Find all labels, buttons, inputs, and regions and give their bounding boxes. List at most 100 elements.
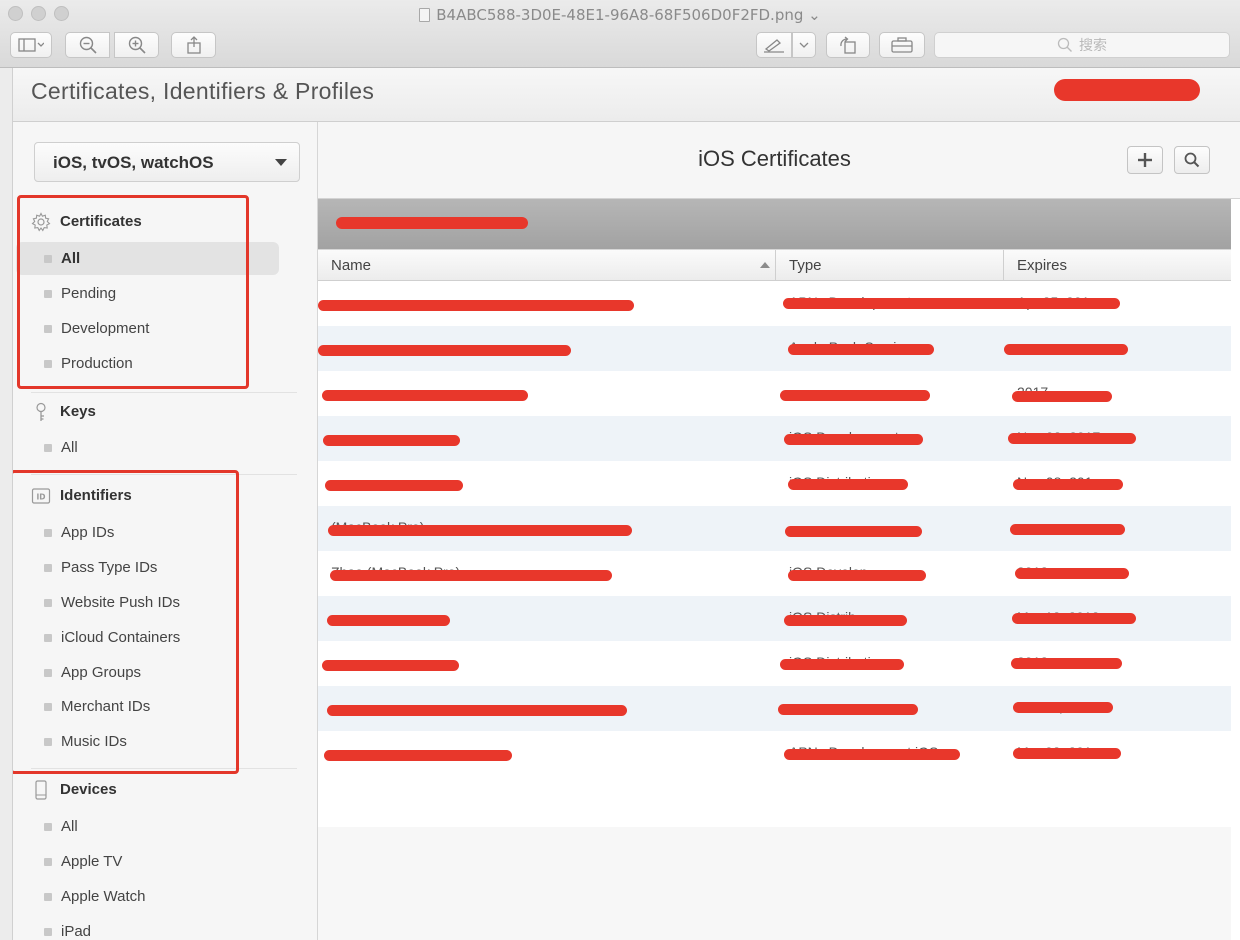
table-empty-area xyxy=(318,827,1231,940)
pen-icon xyxy=(764,39,784,53)
column-header-expires[interactable]: Expires xyxy=(1017,257,1067,274)
rotate-icon xyxy=(840,36,856,54)
markup-menu-button[interactable] xyxy=(792,32,816,58)
toolbox-button[interactable] xyxy=(879,32,925,58)
redaction-mark xyxy=(1008,433,1136,444)
window-title[interactable]: B4ABC588-3D0E-48E1-96A8-68F506D0F2FD.png… xyxy=(0,6,1240,24)
redaction-mark xyxy=(1010,524,1125,535)
section-label: Keys xyxy=(60,403,96,420)
developer-portal-page: Certificates, Identifiers & Profiles iOS… xyxy=(12,68,1240,940)
redaction-mark xyxy=(327,705,627,716)
column-header-type[interactable]: Type xyxy=(789,257,822,274)
device-icon xyxy=(35,780,47,800)
redaction-mark xyxy=(1012,613,1136,624)
search-field[interactable]: 搜索 xyxy=(934,32,1230,58)
sidebar-item-keys-all[interactable]: All xyxy=(16,431,279,464)
redaction-mark xyxy=(327,615,450,626)
total-bar: 11 Certificates Total xyxy=(318,199,1231,249)
share-button[interactable] xyxy=(171,32,216,58)
page-header: Certificates, Identifiers & Profiles xyxy=(13,68,1240,122)
markup-button[interactable] xyxy=(756,32,792,58)
column-header-name[interactable]: Name xyxy=(331,257,371,274)
redaction-mark xyxy=(1011,658,1122,669)
sidebar-toggle-button[interactable] xyxy=(10,32,52,58)
sidebar-item-ipad[interactable]: iPad xyxy=(16,915,279,940)
sidebar-item-label: Apple TV xyxy=(61,853,123,870)
column-divider xyxy=(775,250,776,281)
certificates-panel: iOS Certificates 11 Certificates Total N… xyxy=(318,122,1240,940)
redaction-mark xyxy=(323,435,460,446)
redaction-mark xyxy=(784,434,923,445)
platform-dropdown[interactable]: iOS, tvOS, watchOS xyxy=(34,142,300,182)
redacted-account-name xyxy=(1054,79,1200,101)
toolbox-icon xyxy=(891,37,913,53)
rotate-button[interactable] xyxy=(826,32,870,58)
column-divider xyxy=(1003,250,1004,281)
redaction-mark xyxy=(336,217,528,229)
window-titlebar: B4ABC588-3D0E-48E1-96A8-68F506D0F2FD.png… xyxy=(0,0,1240,68)
search-certificates-button[interactable] xyxy=(1174,146,1210,174)
panel-header: iOS Certificates xyxy=(318,122,1240,199)
plus-icon xyxy=(1138,153,1152,167)
key-icon xyxy=(36,402,46,421)
sidebar-item-apple-watch[interactable]: Apple Watch xyxy=(16,880,279,913)
page-title: Certificates, Identifiers & Profiles xyxy=(31,78,375,104)
bullet-icon xyxy=(44,858,52,866)
redaction-mark xyxy=(328,525,632,536)
zoom-out-button[interactable] xyxy=(65,32,110,58)
redaction-mark xyxy=(783,298,1120,309)
platform-dropdown-label: iOS, tvOS, watchOS xyxy=(53,153,214,172)
redaction-mark xyxy=(322,390,528,401)
redaction-mark xyxy=(1013,479,1123,490)
redaction-mark xyxy=(330,570,612,581)
redaction-mark xyxy=(780,659,904,670)
redaction-mark xyxy=(318,345,571,356)
redaction-mark xyxy=(1013,748,1121,759)
redaction-mark xyxy=(778,704,918,715)
redaction-mark xyxy=(1013,702,1113,713)
zoom-out-icon xyxy=(79,36,97,54)
section-divider xyxy=(31,392,297,393)
table-header: Name Type Expires xyxy=(318,249,1231,281)
redaction-mark xyxy=(788,479,908,490)
dropdown-caret-icon xyxy=(275,159,287,166)
panel-title: iOS Certificates xyxy=(698,146,851,171)
search-icon xyxy=(1184,152,1200,168)
file-icon xyxy=(419,8,431,22)
redaction-mark xyxy=(788,344,934,355)
zoom-in-icon xyxy=(128,36,146,54)
chevron-down-icon xyxy=(799,42,809,48)
sidebar-item-label: All xyxy=(61,818,78,835)
bullet-icon xyxy=(44,823,52,831)
bullet-icon xyxy=(44,893,52,901)
sidebar-item-label: All xyxy=(61,439,78,456)
bullet-icon xyxy=(44,444,52,452)
sidebar-icon xyxy=(18,38,44,52)
section-label: Devices xyxy=(60,781,117,798)
add-certificate-button[interactable] xyxy=(1127,146,1163,174)
search-placeholder: 搜索 xyxy=(1079,38,1107,54)
redaction-mark xyxy=(1004,344,1128,355)
redaction-mark xyxy=(1015,568,1129,579)
annotation-box-certificates xyxy=(17,195,249,389)
sidebar: iOS, tvOS, watchOS Certificates All Pend… xyxy=(13,122,318,940)
sidebar-item-apple-tv[interactable]: Apple TV xyxy=(16,845,279,878)
redaction-mark xyxy=(784,615,907,626)
redaction-mark xyxy=(785,526,922,537)
zoom-in-button[interactable] xyxy=(114,32,159,58)
redaction-mark xyxy=(318,300,634,311)
window-title-text: B4ABC588-3D0E-48E1-96A8-68F506D0F2FD.png xyxy=(436,6,804,24)
bullet-icon xyxy=(44,928,52,936)
sidebar-item-label: Apple Watch xyxy=(61,888,146,905)
redaction-mark xyxy=(1012,391,1112,402)
sidebar-item-label: iPad xyxy=(61,923,92,940)
redaction-mark xyxy=(322,660,459,671)
redaction-mark xyxy=(780,390,930,401)
redaction-mark xyxy=(325,480,463,491)
redaction-mark xyxy=(784,749,960,760)
share-icon xyxy=(186,36,201,54)
search-icon xyxy=(1057,37,1072,52)
redaction-mark xyxy=(788,570,926,581)
sidebar-item-devices-all[interactable]: All xyxy=(16,810,279,843)
annotation-box-identifiers xyxy=(13,470,239,774)
